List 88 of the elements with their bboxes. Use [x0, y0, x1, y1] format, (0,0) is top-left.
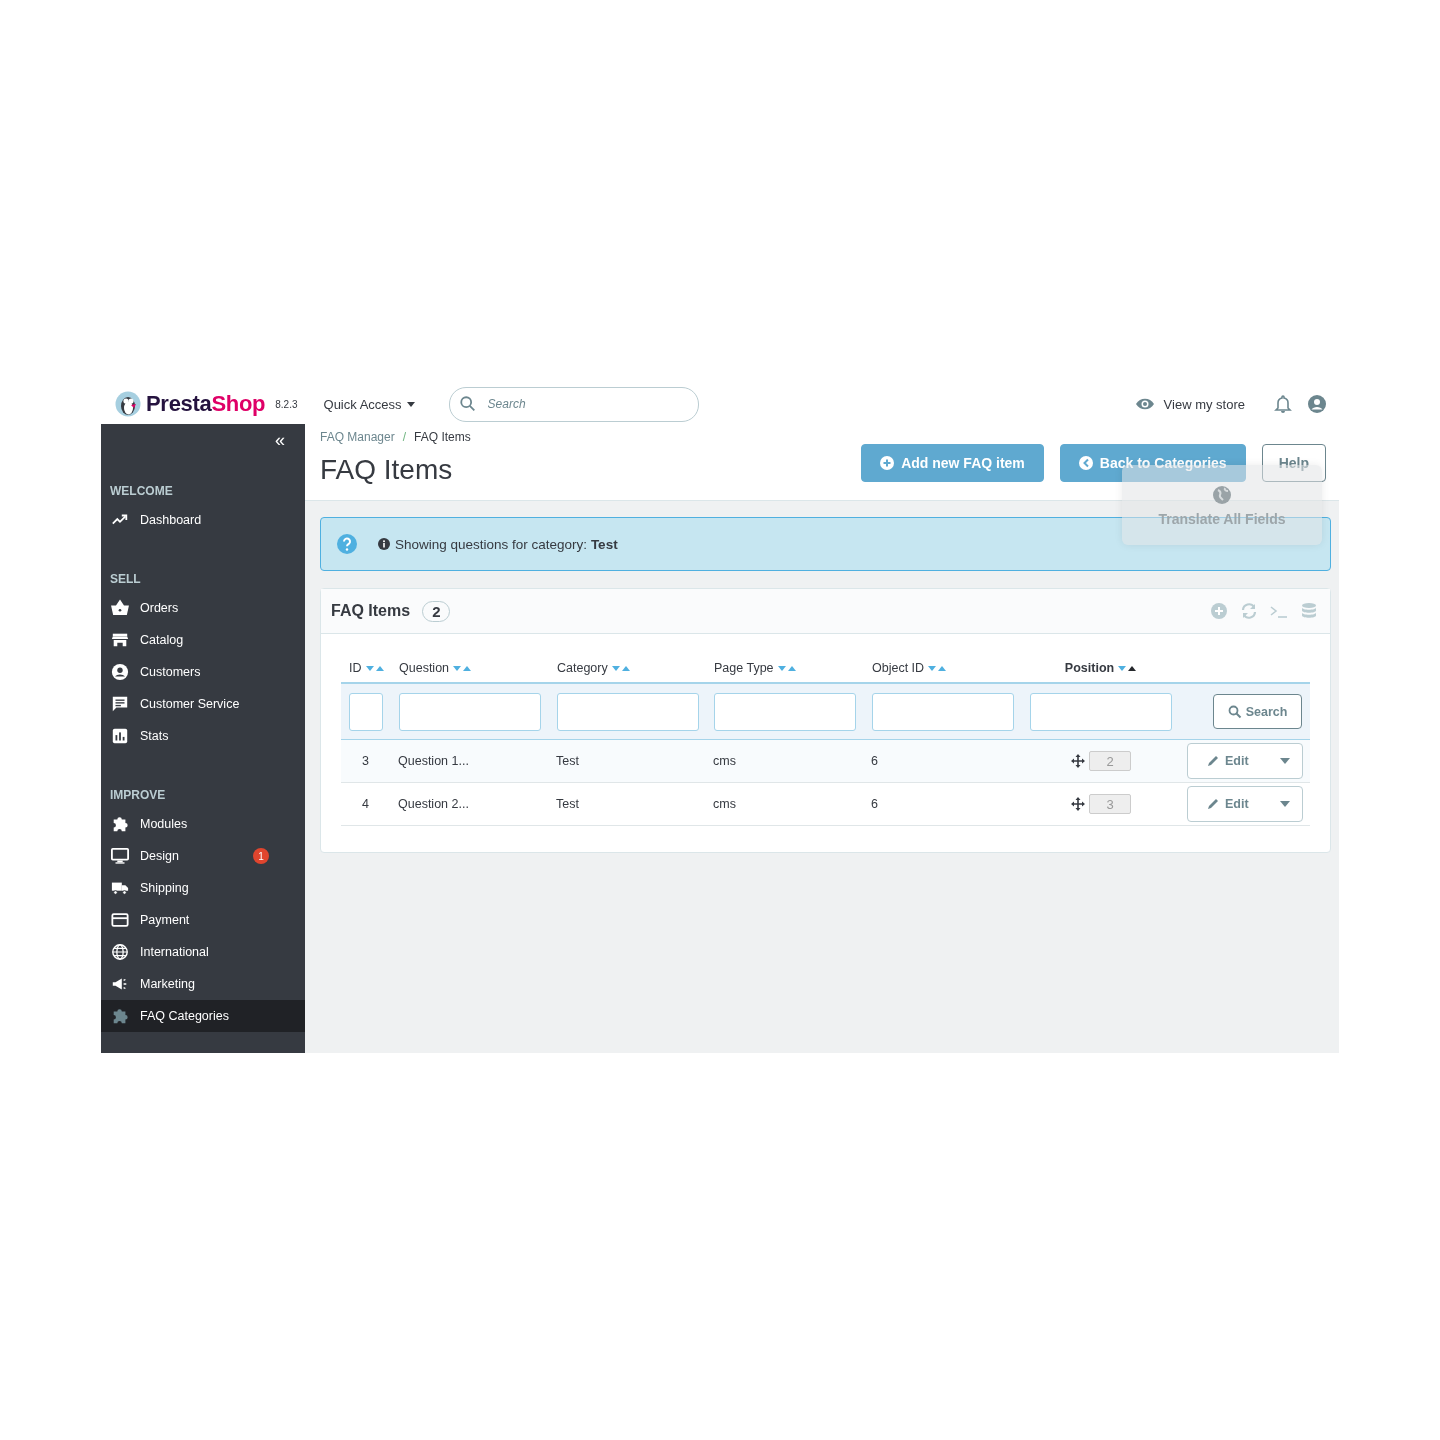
user-circle-icon: [111, 663, 129, 681]
sidebar-item[interactable]: Orders: [101, 592, 305, 624]
filter-field[interactable]: [349, 692, 383, 731]
search-icon: [458, 394, 477, 413]
table-cell-text: 3: [361, 754, 370, 768]
column-header[interactable]: Page Type: [714, 661, 774, 675]
breadcrumb-separator: /: [402, 430, 407, 444]
search-icon: [1227, 704, 1242, 719]
view-store-link[interactable]: View my store: [1134, 394, 1245, 414]
collapse-button[interactable]: «: [275, 430, 285, 450]
logo-text: PrestaShop: [146, 391, 266, 417]
puzzle-icon: [111, 815, 129, 833]
notification-badge: 1: [253, 848, 269, 864]
bell-icon: [1273, 394, 1293, 414]
filter-field[interactable]: [1030, 692, 1172, 731]
penguin-logo-icon: [115, 391, 141, 417]
table-cell-text: 4: [361, 797, 370, 811]
panel-title: FAQ Items: [331, 602, 411, 620]
table-cell-text: cms: [712, 797, 737, 811]
sidebar-item[interactable]: Marketing: [101, 968, 305, 1000]
sidebar-item[interactable]: Shipping: [101, 872, 305, 904]
user-icon: [1307, 394, 1327, 414]
info-icon: [378, 538, 390, 550]
store-icon: [111, 631, 129, 649]
sidebar-item[interactable]: Dashboard: [101, 504, 305, 536]
position-field: 2: [1089, 751, 1131, 771]
sidebar-item[interactable]: Customers: [101, 656, 305, 688]
breadcrumb-link[interactable]: FAQ Manager: [320, 430, 395, 444]
monitor-icon: [111, 847, 129, 865]
column-header[interactable]: Question: [399, 661, 450, 675]
table-cell-text: Test: [555, 797, 580, 811]
search-button[interactable]: Search: [1213, 694, 1302, 729]
search-field[interactable]: Search: [448, 386, 699, 422]
popup-label: Translate All Fields: [1158, 511, 1286, 527]
table-cell-text: cms: [712, 754, 737, 768]
basket-icon: [111, 599, 129, 617]
sidebar-item[interactable]: Catalog: [101, 624, 305, 656]
sort-arrows-icon[interactable]: [1117, 664, 1138, 672]
page-title: FAQ Items: [320, 454, 454, 486]
database-icon: [1300, 602, 1318, 620]
position-field: 3: [1089, 794, 1131, 814]
column-header[interactable]: Position: [1064, 661, 1115, 675]
sidebar-item[interactable]: FAQ Categories: [101, 1000, 305, 1032]
sidebar-item[interactable]: Design 1: [101, 840, 305, 872]
edit-button[interactable]: Edit: [1187, 743, 1303, 779]
puzzle-icon: [111, 1007, 129, 1025]
sidebar-item[interactable]: Payment: [101, 904, 305, 936]
filter-field[interactable]: [714, 692, 856, 731]
arrow-left-circle-icon: [1078, 456, 1093, 470]
drag-handle-icon: [1071, 754, 1085, 768]
alert-message: Showing questions for category: Test: [378, 536, 618, 552]
table-cell-text: 6: [870, 797, 879, 811]
edit-button[interactable]: Edit: [1187, 786, 1303, 822]
filter-field[interactable]: [399, 692, 541, 731]
caret-icon: [1280, 801, 1290, 807]
card-icon: [111, 911, 129, 929]
version-text: 8.2.3: [275, 398, 298, 410]
column-header[interactable]: ID: [349, 661, 362, 675]
table-cell-text: Question 2...: [397, 797, 470, 811]
table-cell-text: Question 1...: [397, 754, 470, 768]
sidebar-item[interactable]: Stats: [101, 720, 305, 752]
sidebar-item[interactable]: International: [101, 936, 305, 968]
drag-handle-icon: [1071, 797, 1085, 811]
breadcrumb-current: FAQ Items: [414, 430, 471, 444]
plus-circle-icon: [880, 456, 895, 470]
table-cell-text: 6: [870, 754, 879, 768]
chat-icon: [111, 695, 129, 713]
refresh-icon: [1240, 602, 1258, 620]
caret-icon: [406, 401, 415, 407]
add-icon: [1210, 602, 1228, 620]
filter-field[interactable]: [557, 692, 699, 731]
globe-icon: [111, 943, 129, 961]
pencil-icon: [1206, 754, 1220, 768]
help-icon: [336, 533, 358, 555]
pencil-icon: [1206, 797, 1220, 811]
section-heading: SELL: [109, 572, 142, 586]
sidebar-item[interactable]: Modules: [101, 808, 305, 840]
filter-field[interactable]: [872, 692, 1014, 731]
chart-icon: [111, 727, 129, 745]
quick-access-menu[interactable]: Quick Access: [323, 396, 415, 412]
column-header[interactable]: Category: [557, 661, 608, 675]
section-heading: IMPROVE: [109, 788, 167, 802]
column-header[interactable]: Object ID: [872, 661, 925, 675]
sidebar-item[interactable]: Customer Service: [101, 688, 305, 720]
toolbar-button[interactable]: Help: [1261, 444, 1326, 482]
table-cell-text: Test: [555, 754, 580, 768]
caret-icon: [1280, 758, 1290, 764]
section-heading: WELCOME: [109, 484, 174, 498]
